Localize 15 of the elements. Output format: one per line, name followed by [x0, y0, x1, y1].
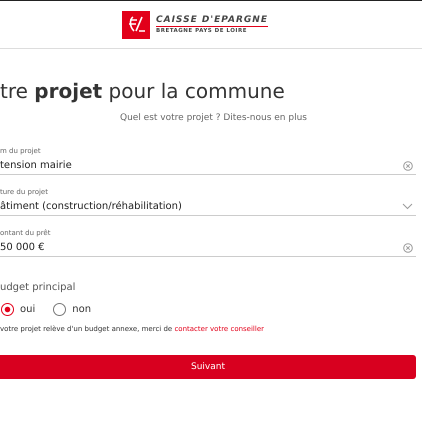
logo-icon	[122, 10, 150, 38]
clear-icon[interactable]	[403, 160, 413, 170]
page-subtitle: Quel est votre projet ? Dites-nous en plus	[120, 113, 308, 123]
chevron-down-icon[interactable]	[402, 203, 413, 210]
radio-label: non	[72, 304, 92, 315]
radio-option[interactable]: non	[53, 303, 92, 316]
budget-label: udget principal	[0, 282, 76, 293]
clear-icon[interactable]	[403, 242, 413, 252]
radio-icon[interactable]	[53, 303, 66, 316]
radio-icon[interactable]	[1, 303, 14, 316]
brand-name: CAISSE D'EPARGNE	[156, 14, 268, 26]
page-title: tre projet pour la commune	[0, 79, 286, 103]
next-button[interactable]: Suivant	[0, 355, 416, 379]
radio-option[interactable]: oui	[1, 303, 36, 316]
radio-label: oui	[20, 304, 36, 315]
